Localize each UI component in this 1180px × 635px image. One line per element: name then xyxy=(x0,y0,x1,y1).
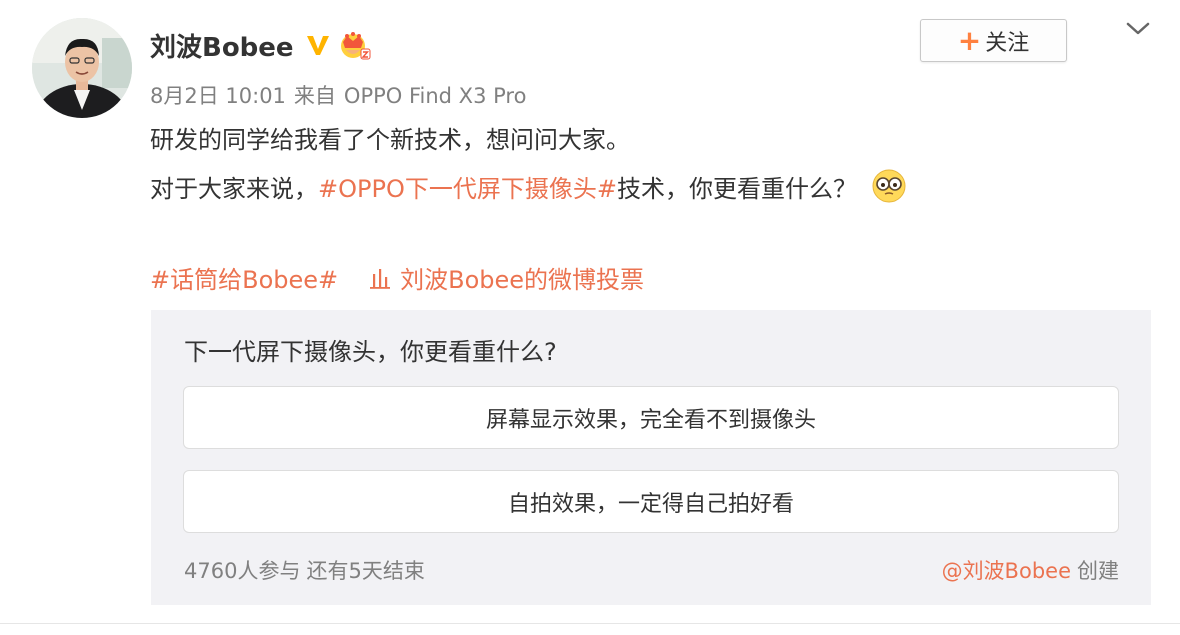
vip-crown-icon[interactable] xyxy=(338,28,372,62)
poll-remaining: 还有5天结束 xyxy=(306,559,425,583)
hashtag-link[interactable]: #话筒给Bobee# xyxy=(150,260,338,295)
verified-v-icon xyxy=(306,36,329,55)
divider xyxy=(0,623,1180,624)
tags-row: #话筒给Bobee# 刘波Bobee的微博投票 xyxy=(150,260,644,295)
creator-suffix: 创建 xyxy=(1077,559,1119,583)
source-device[interactable]: OPPO Find X3 Pro xyxy=(344,84,527,108)
username[interactable]: 刘波Bobee xyxy=(150,27,294,64)
poll-question: 下一代屏下摄像头，你更看重什么? xyxy=(184,338,557,366)
poll-creator: @刘波Bobee 创建 xyxy=(942,555,1119,585)
post-meta: 8月2日 10:01 来自 OPPO Find X3 Pro xyxy=(150,80,526,110)
plus-icon: + xyxy=(957,23,982,57)
poll-stats: 4760人参与 还有5天结束 xyxy=(184,555,425,585)
topic-link[interactable]: #OPPO下一代屏下摄像头# xyxy=(318,169,617,204)
vote-link-label: 刘波Bobee的微博投票 xyxy=(400,266,645,294)
creator-link[interactable]: @刘波Bobee xyxy=(942,559,1071,583)
chevron-down-icon[interactable] xyxy=(1124,18,1152,38)
post-text-line-1: 研发的同学给我看了个新技术，想问问大家。 xyxy=(150,126,630,154)
poll-option[interactable]: 屏幕显示效果，完全看不到摄像头 xyxy=(183,386,1119,449)
post-header: 刘波Bobee xyxy=(150,27,372,63)
bar-chart-icon xyxy=(370,268,391,289)
source-prefix: 来自 xyxy=(293,84,336,108)
vote-link[interactable]: 刘波Bobee的微博投票 xyxy=(368,260,644,295)
poll-option[interactable]: 自拍效果，一定得自己拍好看 xyxy=(183,470,1119,533)
avatar[interactable] xyxy=(32,18,132,118)
post-text-line-2: 对于大家来说， #OPPO下一代屏下摄像头# 技术，你更看重什么？ xyxy=(150,168,907,204)
glasses-emoji-icon xyxy=(872,169,906,203)
post-date[interactable]: 8月2日 10:01 xyxy=(150,84,286,108)
text-suffix: 技术，你更看重什么？ xyxy=(616,174,857,203)
text-prefix: 对于大家来说， xyxy=(150,174,318,203)
poll-card: 下一代屏下摄像头，你更看重什么? 屏幕显示效果，完全看不到摄像头 自拍效果，一定… xyxy=(151,310,1151,605)
follow-button[interactable]: + 关注 xyxy=(920,19,1067,62)
follow-label: 关注 xyxy=(985,30,1030,56)
poll-participants: 4760人参与 xyxy=(184,559,301,583)
